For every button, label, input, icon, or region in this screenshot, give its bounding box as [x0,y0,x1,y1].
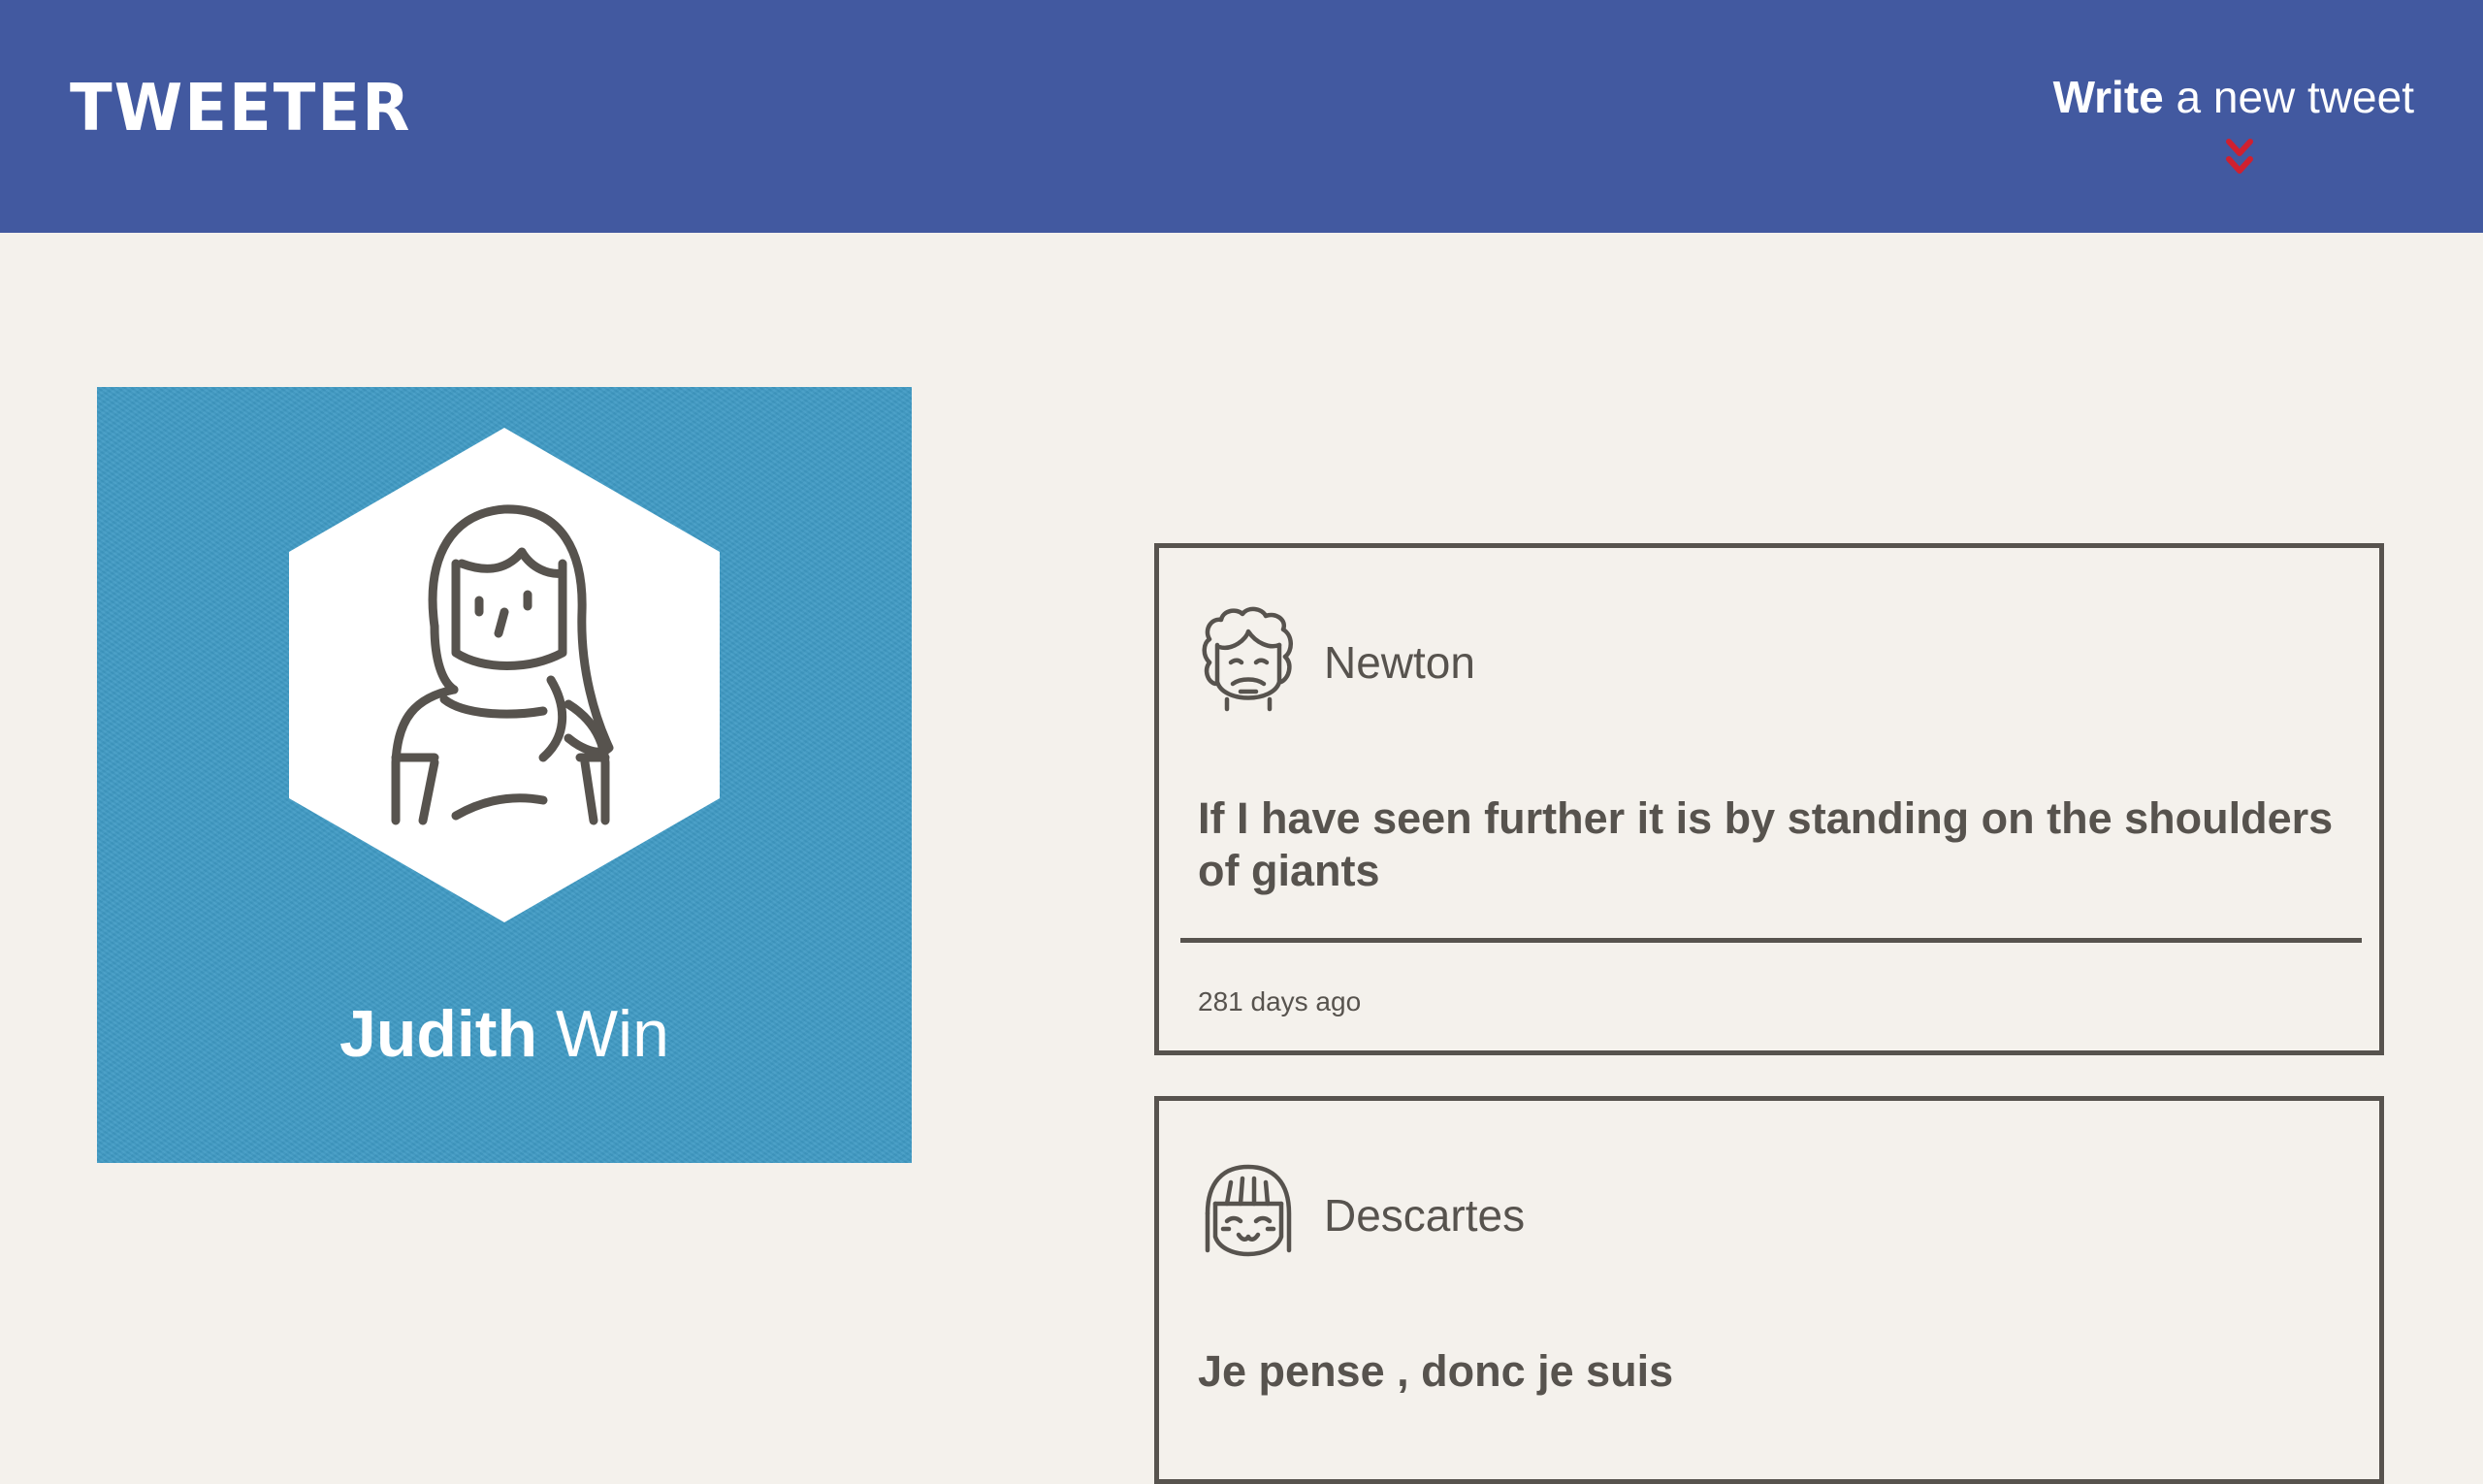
woman-avatar-icon [289,428,720,922]
tweet-card[interactable]: Newton If I have seen further it is by s… [1154,543,2384,1055]
write-link-rest: a new tweet [2163,72,2415,122]
tweet-text: Je pense , donc je suis [1198,1346,1674,1396]
descartes-avatar-icon [1205,1164,1292,1257]
tweet-card[interactable]: Descartes Je pense , donc je suis [1154,1096,2384,1484]
newton-avatar-icon [1202,606,1293,712]
double-chevron-down-icon[interactable] [2225,136,2254,178]
profile-last-name: Win [536,997,669,1071]
tweet-text: If I have seen further it is by standing… [1198,793,2334,895]
app-header: TWEETER Write a new tweet [0,0,2483,233]
profile-name: Judith Win [97,990,912,1078]
tweet-author[interactable]: Newton [1324,635,1475,690]
write-link-bold: Write [2052,72,2164,122]
profile-first-name: Judith [339,997,537,1071]
tweet-author[interactable]: Descartes [1324,1188,1525,1242]
tweet-timestamp: 281 days ago [1198,986,1362,1016]
profile-card: Judith Win [97,387,912,1163]
tweet-divider [1180,938,2362,943]
write-new-tweet-link[interactable]: Write a new tweet [2026,66,2414,128]
app-logo[interactable]: TWEETER [70,68,411,149]
